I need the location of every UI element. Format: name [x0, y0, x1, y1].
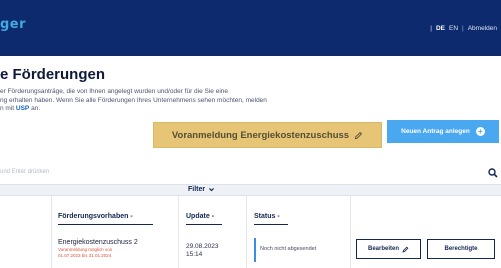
- header-underline: [186, 224, 222, 225]
- logout-link[interactable]: Abmelden: [468, 25, 497, 32]
- page-intro-text: er Förderungsanträge, die von Ihnen ange…: [0, 88, 380, 114]
- pencil-icon: [402, 246, 409, 253]
- permissions-label: Berechtigte: [444, 246, 478, 252]
- voranmeldung-label: Voranmeldung Energiekostenzuschuss: [171, 129, 350, 141]
- header-underline: [58, 224, 153, 225]
- project-note: Voranmeldung möglich von 01.07.2023 bis …: [58, 247, 168, 258]
- sort-indicator: -: [130, 213, 133, 220]
- column-header-status[interactable]: Status -: [254, 213, 280, 220]
- usp-link[interactable]: USP: [16, 105, 29, 112]
- separator: |: [430, 25, 432, 32]
- edit-label: Bearbeiten: [367, 246, 399, 252]
- search-input[interactable]: und Enter drücken: [0, 169, 49, 175]
- language-de-link[interactable]: DE: [436, 25, 445, 32]
- filter-bar: Filter: [0, 184, 501, 196]
- column-divider: [350, 196, 351, 268]
- intro-text: n mit: [0, 105, 16, 112]
- language-en-link[interactable]: EN: [449, 25, 458, 32]
- search-bar[interactable]: und Enter drücken: [0, 164, 501, 184]
- applications-table: Förderungsvorhaben - Update - Status - E…: [0, 196, 501, 268]
- header-underline: [254, 224, 288, 225]
- new-application-button[interactable]: Neuen Antrag anlegen +: [387, 120, 499, 143]
- sort-indicator: -: [277, 213, 280, 220]
- column-divider: [178, 196, 179, 268]
- column-header-label: Status: [254, 213, 276, 220]
- page-title: e Förderungen: [0, 66, 106, 83]
- column-header-foerderungsvorhaben[interactable]: Förderungsvorhaben -: [58, 213, 133, 220]
- status-text: Noch nicht abgesendet: [260, 246, 317, 252]
- chevron-down-icon: [209, 188, 215, 192]
- sort-indicator: -: [211, 213, 215, 220]
- top-navigation-bar: ger | DE EN | Abmelden: [0, 0, 501, 56]
- brand-logo[interactable]: ger: [0, 17, 26, 32]
- intro-line: er Förderungsanträge, die von Ihnen ange…: [0, 88, 229, 95]
- pencil-icon: [354, 131, 363, 139]
- voranmeldung-button[interactable]: Voranmeldung Energiekostenzuschuss: [153, 122, 382, 148]
- search-icon[interactable]: [488, 168, 498, 178]
- column-divider: [246, 196, 247, 268]
- update-date: 29.08.2023: [186, 243, 219, 250]
- top-nav-links: | DE EN | Abmelden: [430, 25, 497, 32]
- new-application-label: Neuen Antrag anlegen: [401, 128, 470, 135]
- filter-label: Filter: [188, 186, 206, 193]
- status-indicator-bar: [254, 238, 256, 262]
- intro-line: n mit USP an.: [0, 105, 380, 114]
- intro-line: ng erhalten haben. Wenn Sie alle Förderu…: [0, 96, 267, 104]
- project-name: Energiekostenzuschuss 2: [58, 239, 138, 246]
- separator: |: [462, 25, 464, 32]
- intro-text: an.: [29, 105, 41, 112]
- note-line: 01.07.2023 bis 31.01.2024: [58, 252, 112, 258]
- filter-toggle[interactable]: Filter: [188, 186, 215, 193]
- permissions-button[interactable]: Berechtigte: [427, 239, 495, 259]
- column-divider: [51, 196, 52, 268]
- plus-circle-icon: +: [475, 127, 485, 136]
- edit-button[interactable]: Bearbeiten: [356, 239, 421, 259]
- column-header-label: Update: [186, 213, 210, 220]
- column-header-update[interactable]: Update -: [186, 213, 214, 220]
- update-timestamp: 29.08.2023 15:14: [186, 243, 219, 259]
- column-header-label: Förderungsvorhaben: [58, 213, 129, 220]
- update-time: 15:14: [186, 251, 203, 258]
